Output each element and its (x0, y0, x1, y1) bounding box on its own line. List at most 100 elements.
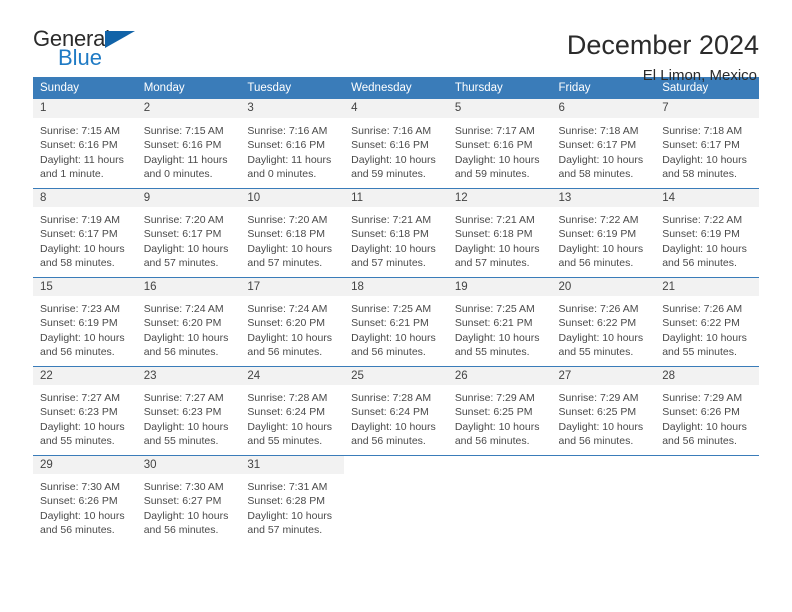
calendar-week-row: 8 Sunrise: 7:19 AM Sunset: 6:17 PM Daylight… (33, 188, 759, 277)
sunset-time: Sunset: 6:23 PM (143, 406, 222, 419)
calendar-day-cell[interactable]: 21 Sunrise: 7:26 AM Sunset: 6:22 PM Dayligh… (655, 277, 759, 366)
calendar-day-cell[interactable]: 30 Sunrise: 7:30 AM Sunset: 6:27 PM Dayligh… (136, 455, 241, 544)
calendar-day-cell[interactable]: 19 Sunrise: 7:25 AM Sunset: 6:21 PM Dayligh… (447, 277, 552, 366)
day-details: Sunrise: 7:21 AM Sunset: 6:18 PM Daylight:… (344, 207, 448, 270)
calendar-day-cell[interactable]: 7 Sunrise: 7:18 AM Sunset: 6:17 PM Daylight… (655, 99, 759, 188)
day-details: Sunrise: 7:15 AM Sunset: 6:16 PM Daylight:… (33, 118, 137, 181)
daylight-duration-line1: Daylight: 10 hours (454, 331, 540, 344)
sunset-time: Sunset: 6:21 PM (351, 317, 429, 330)
day-details: Sunrise: 7:28 AM Sunset: 6:24 PM Daylight:… (240, 385, 344, 448)
day-number: 9 (136, 188, 241, 207)
daylight-duration-line1: Daylight: 11 hours (40, 153, 124, 166)
daylight-duration-line1: Daylight: 10 hours (662, 153, 747, 166)
day-number: 3 (240, 99, 345, 118)
day-details: Sunrise: 7:17 AM Sunset: 6:16 PM Daylight:… (448, 118, 552, 181)
calendar-day-cell[interactable]: 15 Sunrise: 7:23 AM Sunset: 6:19 PM Dayligh… (33, 277, 137, 366)
daylight-duration-line2: and 57 minutes. (351, 256, 426, 269)
day-details: Sunrise: 7:27 AM Sunset: 6:23 PM Daylight:… (33, 385, 137, 448)
page-title: December 2024 (566, 30, 759, 60)
sunrise-time: Sunrise: 7:28 AM (351, 392, 432, 404)
sunset-time: Sunset: 6:22 PM (558, 317, 637, 330)
sunset-time: Sunset: 6:17 PM (558, 139, 637, 152)
calendar-day-cell[interactable]: 5 Sunrise: 7:17 AM Sunset: 6:16 PM Daylight… (447, 99, 552, 188)
calendar-day-cell[interactable]: 1 Sunrise: 7:15 AM Sunset: 6:16 PM Daylight… (33, 99, 137, 188)
calendar-day-cell[interactable]: 23 Sunrise: 7:27 AM Sunset: 6:23 PM Dayligh… (136, 366, 241, 455)
day-number: 15 (33, 277, 137, 296)
day-number-placeholder (551, 455, 656, 474)
calendar-day-cell[interactable]: 10 Sunrise: 7:20 AM Sunset: 6:18 PM Dayligh… (240, 188, 345, 277)
weekday-header-sunday: Sunday (33, 77, 137, 99)
sunrise-time: Sunrise: 7:18 AM (662, 125, 743, 137)
day-number: 11 (344, 188, 448, 207)
sunset-time: Sunset: 6:16 PM (247, 139, 326, 152)
weekday-header-thursday: Thursday (447, 77, 552, 99)
daylight-duration-line1: Daylight: 10 hours (143, 509, 229, 522)
calendar-week-row: 1 Sunrise: 7:15 AM Sunset: 6:16 PM Daylight… (33, 99, 759, 188)
sunrise-time: Sunrise: 7:30 AM (40, 481, 120, 493)
daylight-duration-line2: and 57 minutes. (247, 256, 323, 269)
calendar-day-cell[interactable]: 27 Sunrise: 7:29 AM Sunset: 6:25 PM Dayligh… (551, 366, 656, 455)
calendar-day-cell-empty (655, 455, 759, 544)
daylight-duration-line2: and 57 minutes. (143, 256, 219, 269)
day-number: 19 (447, 277, 552, 296)
day-details: Sunrise: 7:30 AM Sunset: 6:27 PM Daylight:… (137, 474, 241, 537)
daylight-duration-line1: Daylight: 10 hours (454, 420, 540, 433)
daylight-duration-line1: Daylight: 10 hours (247, 509, 333, 522)
sunrise-time: Sunrise: 7:16 AM (247, 125, 328, 137)
day-details: Sunrise: 7:18 AM Sunset: 6:17 PM Daylight:… (655, 118, 759, 181)
calendar-day-cell[interactable]: 17 Sunrise: 7:24 AM Sunset: 6:20 PM Dayligh… (240, 277, 345, 366)
day-number: 1 (33, 99, 137, 118)
sunset-time: Sunset: 6:25 PM (454, 406, 533, 419)
daylight-duration-line1: Daylight: 10 hours (40, 420, 125, 433)
day-details: Sunrise: 7:25 AM Sunset: 6:21 PM Daylight:… (344, 296, 448, 359)
daylight-duration-line1: Daylight: 10 hours (351, 242, 436, 255)
daylight-duration-line1: Daylight: 10 hours (143, 242, 229, 255)
calendar-day-cell[interactable]: 26 Sunrise: 7:29 AM Sunset: 6:25 PM Dayligh… (447, 366, 552, 455)
calendar-day-cell[interactable]: 2 Sunrise: 7:15 AM Sunset: 6:16 PM Daylight… (136, 99, 241, 188)
daylight-duration-line1: Daylight: 10 hours (40, 509, 125, 522)
daylight-duration-line1: Daylight: 10 hours (662, 242, 747, 255)
daylight-duration-line1: Daylight: 10 hours (454, 242, 540, 255)
calendar-day-cell[interactable]: 28 Sunrise: 7:29 AM Sunset: 6:26 PM Dayligh… (655, 366, 759, 455)
sunset-time: Sunset: 6:16 PM (351, 139, 429, 152)
sunrise-time: Sunrise: 7:18 AM (558, 125, 639, 137)
calendar-day-cell[interactable]: 11 Sunrise: 7:21 AM Sunset: 6:18 PM Dayligh… (344, 188, 448, 277)
calendar-day-cell[interactable]: 13 Sunrise: 7:22 AM Sunset: 6:19 PM Dayligh… (551, 188, 656, 277)
general-blue-logo[interactable]: General Blue (33, 28, 153, 76)
calendar-day-cell[interactable]: 3 Sunrise: 7:16 AM Sunset: 6:16 PM Daylight… (240, 99, 345, 188)
daylight-duration-line2: and 55 minutes. (143, 434, 219, 447)
calendar-day-cell[interactable]: 6 Sunrise: 7:18 AM Sunset: 6:17 PM Daylight… (551, 99, 656, 188)
day-number: 24 (240, 366, 345, 385)
sunrise-time: Sunrise: 7:26 AM (558, 303, 639, 315)
sunset-time: Sunset: 6:27 PM (143, 495, 222, 508)
calendar-day-cell[interactable]: 12 Sunrise: 7:21 AM Sunset: 6:18 PM Dayligh… (447, 188, 552, 277)
daylight-duration-line2: and 59 minutes. (454, 167, 530, 180)
calendar-day-cell[interactable]: 24 Sunrise: 7:28 AM Sunset: 6:24 PM Dayligh… (240, 366, 345, 455)
day-details: Sunrise: 7:24 AM Sunset: 6:20 PM Daylight:… (240, 296, 344, 359)
daylight-duration-line2: and 56 minutes. (351, 345, 426, 358)
weekday-header-wednesday: Wednesday (344, 77, 448, 99)
calendar-day-cell[interactable]: 4 Sunrise: 7:16 AM Sunset: 6:16 PM Daylight… (344, 99, 448, 188)
calendar-day-cell[interactable]: 14 Sunrise: 7:22 AM Sunset: 6:19 PM Dayligh… (655, 188, 759, 277)
daylight-duration-line2: and 55 minutes. (558, 345, 634, 358)
calendar-day-cell[interactable]: 20 Sunrise: 7:26 AM Sunset: 6:22 PM Dayligh… (551, 277, 656, 366)
daylight-duration-line1: Daylight: 10 hours (143, 331, 229, 344)
calendar-body: 1 Sunrise: 7:15 AM Sunset: 6:16 PM Daylight… (33, 99, 759, 544)
sunrise-time: Sunrise: 7:15 AM (40, 125, 120, 137)
sunset-time: Sunset: 6:24 PM (351, 406, 429, 419)
day-number: 13 (551, 188, 656, 207)
daylight-duration-line1: Daylight: 10 hours (143, 420, 229, 433)
calendar-day-cell[interactable]: 9 Sunrise: 7:20 AM Sunset: 6:17 PM Daylight… (136, 188, 241, 277)
calendar-day-cell[interactable]: 29 Sunrise: 7:30 AM Sunset: 6:26 PM Dayligh… (33, 455, 137, 544)
calendar-day-cell[interactable]: 18 Sunrise: 7:25 AM Sunset: 6:21 PM Dayligh… (344, 277, 448, 366)
day-number: 7 (655, 99, 759, 118)
calendar-day-cell[interactable]: 16 Sunrise: 7:24 AM Sunset: 6:20 PM Dayligh… (136, 277, 241, 366)
day-number: 5 (447, 99, 552, 118)
day-number: 2 (136, 99, 241, 118)
sunrise-time: Sunrise: 7:25 AM (351, 303, 432, 315)
calendar-day-cell[interactable]: 31 Sunrise: 7:31 AM Sunset: 6:28 PM Dayligh… (240, 455, 345, 544)
sunset-time: Sunset: 6:19 PM (558, 228, 637, 241)
calendar-day-cell[interactable]: 8 Sunrise: 7:19 AM Sunset: 6:17 PM Daylight… (33, 188, 137, 277)
calendar-day-cell[interactable]: 25 Sunrise: 7:28 AM Sunset: 6:24 PM Dayligh… (344, 366, 448, 455)
calendar-day-cell[interactable]: 22 Sunrise: 7:27 AM Sunset: 6:23 PM Dayligh… (33, 366, 137, 455)
